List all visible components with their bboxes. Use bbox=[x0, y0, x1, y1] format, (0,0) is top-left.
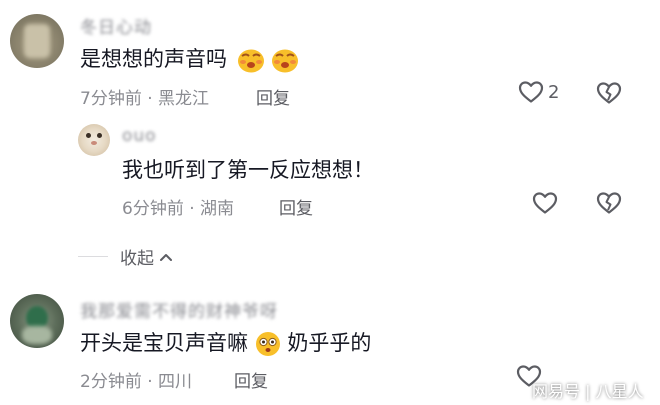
crying-face-emoji-icon bbox=[272, 49, 299, 73]
avatar[interactable] bbox=[10, 294, 64, 348]
reply-button[interactable]: 回复 bbox=[234, 367, 268, 392]
broken-heart-icon bbox=[596, 192, 622, 214]
broken-heart-icon bbox=[596, 82, 622, 104]
dislike-button[interactable] bbox=[596, 81, 622, 109]
collapse-label: 收起 bbox=[120, 249, 154, 269]
meta-separator: · bbox=[147, 372, 153, 392]
heart-icon bbox=[518, 81, 544, 103]
meta-separator: · bbox=[147, 89, 153, 109]
comment-meta: 6分钟前 · 湖南 bbox=[122, 194, 234, 219]
comment-text-body: 是想想的声音吗 bbox=[80, 47, 227, 71]
heart-icon bbox=[532, 192, 558, 214]
username[interactable]: ouo bbox=[122, 126, 157, 146]
comment-meta: 2分钟前 · 四川 bbox=[80, 367, 192, 392]
comment-text-body: 开头是宝贝声音嘛 bbox=[80, 331, 248, 355]
comment-text: 是想想的声音吗 bbox=[80, 45, 299, 73]
comment-location: 黑龙江 bbox=[158, 89, 210, 109]
reply-text: 我也听到了第一反应想想！ bbox=[122, 158, 374, 182]
comment-text: 开头是宝贝声音嘛 奶乎乎的 bbox=[80, 329, 371, 357]
collapse-replies-button[interactable]: 收起 bbox=[120, 244, 174, 269]
dislike-button[interactable] bbox=[596, 191, 622, 219]
like-button[interactable] bbox=[532, 191, 558, 219]
watermark: 网易号 | 八星人 bbox=[532, 382, 644, 401]
like-button[interactable]: 2 bbox=[518, 80, 559, 104]
username[interactable]: 我那爱需不得的财神爷呀 bbox=[80, 297, 278, 322]
username[interactable]: 冬日心动 bbox=[80, 13, 152, 38]
comment-meta: 7分钟前 · 黑龙江 bbox=[80, 84, 209, 109]
shocked-face-emoji-icon bbox=[255, 332, 280, 356]
like-count: 2 bbox=[548, 81, 560, 103]
avatar[interactable] bbox=[78, 124, 110, 156]
comment-location: 四川 bbox=[158, 372, 193, 392]
chevron-up-icon bbox=[160, 253, 172, 261]
collapse-divider bbox=[78, 256, 108, 257]
comment-time: 7分钟前 bbox=[80, 89, 142, 109]
comment-time: 6分钟前 bbox=[122, 199, 184, 219]
comment-location: 湖南 bbox=[200, 199, 235, 219]
comment-time: 2分钟前 bbox=[80, 372, 142, 392]
avatar[interactable] bbox=[10, 14, 64, 68]
meta-separator: · bbox=[189, 199, 195, 219]
crying-face-emoji-icon bbox=[237, 49, 264, 73]
comment-text-body: 奶乎乎的 bbox=[287, 331, 372, 355]
reply-button[interactable]: 回复 bbox=[279, 194, 313, 219]
reply-button[interactable]: 回复 bbox=[256, 84, 290, 109]
